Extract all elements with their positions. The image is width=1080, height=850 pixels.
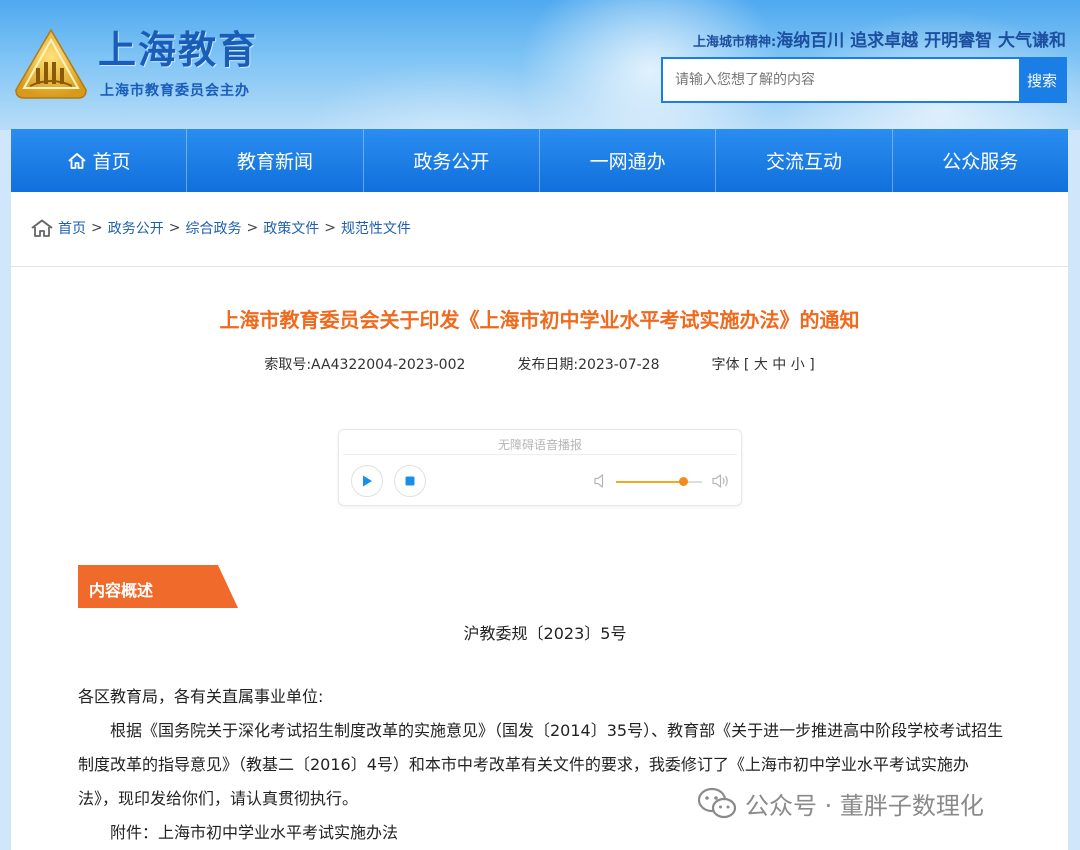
volume-slider-fill (616, 481, 684, 483)
breadcrumb-link-policy-documents[interactable]: 政策文件 (263, 218, 319, 238)
city-spirit-text: 海纳百川 追求卓越 开明睿智 大气谦和 (776, 31, 1066, 51)
font-size-switcher[interactable]: 字体 [ 大 中 小 ] (711, 354, 814, 374)
search-box: 搜索 (661, 57, 1067, 103)
breadcrumb-link-home[interactable]: 首页 (58, 218, 86, 238)
salutation: 各区教育局，各有关直属事业单位: (78, 687, 324, 706)
stop-button[interactable] (394, 465, 426, 497)
breadcrumb: 首页 > 政务公开 > 综合政务 > 政策文件 > 规范性文件 (31, 218, 411, 238)
player-label: 无障碍语音播报 (497, 438, 582, 452)
nav-item-one-stop-service[interactable]: 一网通办 (540, 129, 717, 192)
city-spirit-label: 上海城市精神: (693, 35, 777, 50)
nav-item-interaction[interactable]: 交流互动 (716, 129, 893, 192)
breadcrumb-separator: > (246, 220, 259, 236)
index-number: 索取号:AA4322004-2023-002 (264, 357, 466, 373)
article-title: 上海市教育委员会关于印发《上海市初中学业水平考试实施办法》的通知 (219, 308, 860, 332)
play-button[interactable] (351, 465, 383, 497)
stop-icon (405, 476, 415, 486)
nav-item-government-affairs[interactable]: 政务公开 (364, 129, 540, 192)
breadcrumb-separator: > (91, 220, 103, 236)
volume-low-icon[interactable] (593, 473, 607, 489)
home-icon (67, 152, 86, 169)
breadcrumb-link-government-affairs[interactable]: 政务公开 (108, 218, 164, 238)
nav-item-label: 首页 (92, 151, 131, 173)
watermark-text: 公众号 · 董胖子数理化 (745, 792, 984, 820)
nav-item-label: 教育新闻 (236, 151, 313, 173)
site-header: 上海教育 上海市教育委员会主办 上海城市精神:海纳百川 追求卓越 开明睿智 大气… (0, 0, 1080, 130)
breadcrumb-home-icon (31, 219, 53, 237)
attachment-link[interactable]: 附件：上海市初中学业水平考试实施办法 (78, 816, 1008, 850)
breadcrumb-separator: > (324, 220, 336, 236)
accessibility-audio-player: 无障碍语音播报 (338, 429, 742, 506)
player-divider (343, 454, 737, 455)
play-icon (363, 475, 372, 487)
wechat-icon (697, 787, 737, 818)
nav-item-label: 公众服务 (942, 151, 1019, 173)
volume-slider[interactable] (616, 477, 702, 486)
main-nav: 首页 教育新闻 政务公开 一网通办 交流互动 公众服务 (11, 129, 1068, 192)
site-subtitle: 上海市教育委员会主办 (100, 83, 250, 99)
section-tag-content-overview: 内容概述 (89, 581, 154, 600)
site-logo-emblem-icon[interactable] (14, 28, 88, 100)
nav-item-education-news[interactable]: 教育新闻 (187, 129, 364, 192)
nav-item-home[interactable]: 首页 (11, 129, 188, 192)
content-panel: 首页 > 政务公开 > 综合政务 > 政策文件 > 规范性文件 上海市教育委员会… (11, 192, 1068, 850)
article-meta: 索取号:AA4322004-2023-002 发布日期:2023-07-28 字… (11, 354, 1068, 374)
document-number: 沪教委规〔2023〕5号 (463, 624, 627, 643)
nav-item-label: 政务公开 (413, 151, 490, 173)
nav-item-public-service[interactable]: 公众服务 (893, 129, 1068, 192)
publish-date: 发布日期:2023-07-28 (517, 357, 660, 373)
search-button[interactable]: 搜索 (1019, 59, 1065, 101)
breadcrumb-link-normative-documents[interactable]: 规范性文件 (341, 218, 411, 238)
city-spirit: 上海城市精神:海纳百川 追求卓越 开明睿智 大气谦和 (693, 26, 1066, 51)
volume-high-icon[interactable] (711, 473, 731, 489)
nav-item-label: 一网通办 (589, 151, 666, 173)
wechat-watermark: 公众号 · 董胖子数理化 (697, 786, 984, 821)
breadcrumb-separator: > (168, 220, 181, 236)
breadcrumb-divider (11, 266, 1068, 267)
search-input[interactable] (663, 59, 1019, 101)
breadcrumb-link-general-affairs[interactable]: 综合政务 (185, 218, 241, 238)
nav-item-label: 交流互动 (765, 151, 842, 173)
site-title[interactable]: 上海教育 (98, 28, 258, 72)
volume-slider-handle[interactable] (679, 477, 689, 486)
article-body: 各区教育局，各有关直属事业单位: 根据《国务院关于深化考试招生制度改革的实施意见… (78, 680, 1008, 850)
